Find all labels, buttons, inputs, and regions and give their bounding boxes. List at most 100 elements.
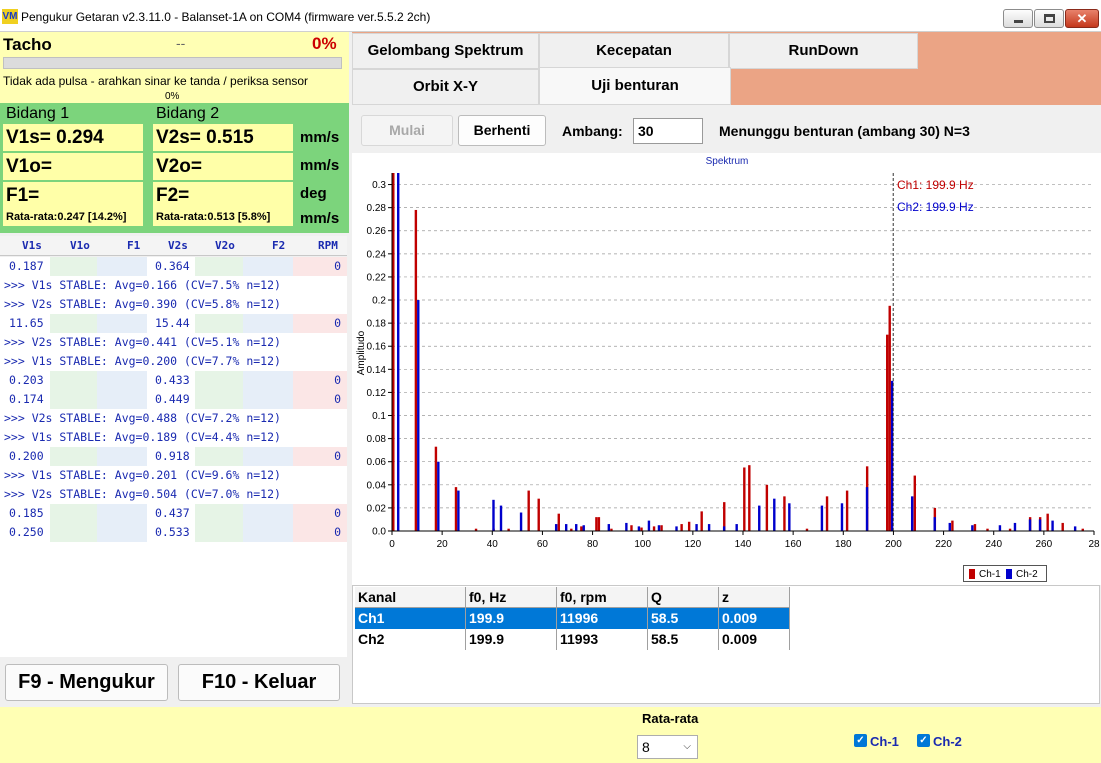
cell-f0-rpm: 11996 [557,608,648,629]
spectrum-chart-area: 0.0 0.02 0.04 0.06 0.08 0.1 0.12 0.14 0.16 0.18 0.… [352,153,1101,585]
legend-label-ch2: Ch-2 [1016,569,1038,580]
bar-ch-1 [825,496,829,531]
log-cell-v1o [50,504,97,523]
maximize-button[interactable] [1034,9,1064,28]
tab-orbit[interactable]: Orbit X-Y [352,69,539,105]
log-cell-v2o [195,257,243,276]
log-data-row: 0.187 0.364 0 [0,257,347,276]
bar-ch-2 [758,505,761,531]
bar-ch-2 [910,496,914,531]
bar-ch-2 [773,498,776,531]
bar-ch-2 [722,526,726,531]
y-tick-label: 0.3 [372,180,386,191]
log-col-v2s: V2s [168,239,188,252]
ch2-checkbox[interactable]: ✓ [917,734,930,747]
bar-ch-1 [640,527,643,531]
bidang2-average: Rata-rata:0.513 [5.8%] [153,208,293,226]
exit-button[interactable]: F10 - Keluar [178,664,340,701]
maximize-icon [1044,14,1055,23]
log-col-v2o: V2o [215,239,235,252]
log-stable-message: >>> V2s STABLE: Avg=0.488 (CV=7.2% n=12) [4,411,281,425]
log-stable-message: >>> V2s STABLE: Avg=0.390 (CV=5.8% n=12) [4,297,281,311]
x-tick-label: 120 [685,539,702,550]
y-tick-label: 0.1 [372,411,386,422]
bar-ch-2 [657,525,661,531]
x-tick-label: 28 [1088,539,1100,550]
bar-ch-1 [537,498,540,531]
tab-rundown[interactable]: RunDown [729,33,918,69]
bar-ch-1 [557,513,560,531]
y-tick-label: 0.12 [367,388,387,399]
tacho-progress-bar [3,57,342,69]
v2s-value: V2s= 0.515 [153,124,293,151]
tab-impact-test[interactable]: Uji benturan [539,67,731,105]
x-tick-label: 0 [389,539,395,550]
log-cell-rpm: 0 [293,504,347,523]
tab-waveform-spectrum[interactable]: Gelombang Spektrum [352,33,539,69]
bar-ch-2 [1073,526,1077,531]
unit-label: mm/s [300,210,340,227]
ch1-checkbox-label[interactable]: Ch-1 [870,734,899,749]
log-cell-v1s: 0.185 [0,504,50,523]
bar-ch-2 [971,525,974,531]
log-cell-v2o [195,523,243,542]
stop-button[interactable]: Berhenti [458,115,546,146]
x-tick-label: 160 [785,539,802,550]
averaging-select[interactable]: 8 ⌵ [637,735,698,759]
x-tick-label: 80 [587,539,599,550]
cell-q: 58.5 [648,629,719,650]
bar-ch-1 [652,526,656,531]
unit-label: mm/s [300,157,340,174]
bar-ch-2 [1038,519,1042,531]
log-cell-rpm: 0 [293,523,347,542]
bar-ch-2 [564,524,568,531]
bar-ch-1 [660,525,663,531]
cell-q: 58.5 [648,608,719,629]
col-f0-rpm: f0, rpm [557,587,648,608]
close-button[interactable]: ✕ [1065,9,1099,28]
ch1-checkbox[interactable]: ✓ [854,734,867,747]
y-tick-label: 0.02 [367,503,387,514]
log-cell-rpm: 0 [293,390,347,409]
unit-label: mm/s [300,129,340,146]
minimize-button[interactable] [1003,9,1033,28]
log-cell-v2s: 0.449 [147,390,195,409]
impact-toolbar: Mulai Berhenti Ambang: 30 Menunggu bentu… [352,105,1101,153]
start-button[interactable]: Mulai [361,115,453,146]
log-cell-f2 [243,504,293,523]
log-cell-v1o [50,523,97,542]
x-tick-label: 200 [885,539,902,550]
log-stable-message: >>> V1s STABLE: Avg=0.201 (CV=9.6% n=12) [4,468,281,482]
bar-ch-2 [707,524,711,531]
y-tick-label: 0.04 [367,480,387,491]
measure-button[interactable]: F9 - Mengukur [5,664,168,701]
threshold-input[interactable]: 30 [633,118,703,144]
log-cell-v2s: 0.918 [147,447,195,466]
cell-f0-hz: 199.9 [466,629,557,650]
bar-ch-1 [597,517,601,531]
bar-ch-2 [499,505,503,531]
measurement-log[interactable]: 0.187 0.364 0 >>> V1s STABLE: Avg=0.166 (CV… [0,257,347,657]
bar-ch-1 [951,520,954,531]
result-table[interactable]: Kanal f0, Hz f0, rpm Q z Ch1 199.9 11996… [352,585,1100,704]
bar-ch-2 [840,503,844,531]
log-data-row: 0.185 0.437 0 [0,504,347,523]
title-bar: VM Pengukur Getaran v2.3.11.0 - Balanset… [0,0,1101,32]
cell-channel: Ch1 [355,608,466,629]
bar-ch-2 [948,522,951,531]
log-col-f1: F1 [127,239,141,252]
log-cell-v2o [195,371,243,390]
ch2-checkbox-label[interactable]: Ch-2 [933,734,962,749]
bar-ch-1 [630,525,633,531]
tab-velocity[interactable]: Kecepatan [539,33,729,69]
log-cell-f1 [97,447,147,466]
tacho-message: Tidak ada pulsa - arahkan sinar ke tanda… [3,74,309,88]
log-cell-f2 [243,257,293,276]
cell-z: 0.009 [719,629,790,650]
bar-ch-1 [845,490,849,531]
log-cell-f1 [97,504,147,523]
log-data-row: 0.174 0.449 0 [0,390,347,409]
log-cell-v1s: 0.187 [0,257,50,276]
x-tick-label: 260 [1036,539,1053,550]
log-cell-v2o [195,447,243,466]
